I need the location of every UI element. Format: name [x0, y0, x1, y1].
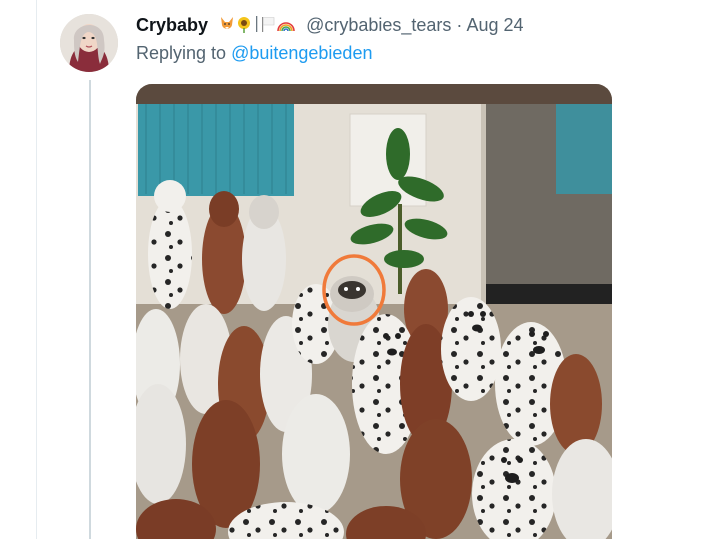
handle[interactable]: @crybabies_tears	[306, 15, 451, 35]
rainbow-icon	[277, 22, 295, 32]
name-emojis	[219, 15, 295, 38]
avatar[interactable]	[60, 14, 118, 72]
tweet-date[interactable]: Aug 24	[466, 15, 523, 35]
tweet-media-photo[interactable]	[136, 84, 612, 539]
fox-face-icon	[221, 17, 234, 29]
sunflower-icon	[238, 17, 251, 33]
display-name[interactable]: Crybaby	[136, 15, 208, 35]
timeline-left-border	[36, 0, 37, 539]
mention-link[interactable]: @buitengebieden	[231, 43, 372, 63]
replying-to-line: Replying to @buitengebieden	[136, 42, 372, 64]
replying-prefix: Replying to	[136, 43, 227, 63]
avatar-image	[60, 14, 118, 72]
reply-thread-line	[89, 80, 91, 539]
separator-dot: ·	[456, 15, 463, 35]
tweet-header: Crybaby @crybabies_tears · Aug 24	[136, 14, 696, 36]
real-dog	[330, 276, 374, 312]
dog-figurines-image	[136, 84, 612, 539]
vertical-bar-icon	[256, 16, 258, 32]
white-flag-icon	[262, 17, 275, 32]
